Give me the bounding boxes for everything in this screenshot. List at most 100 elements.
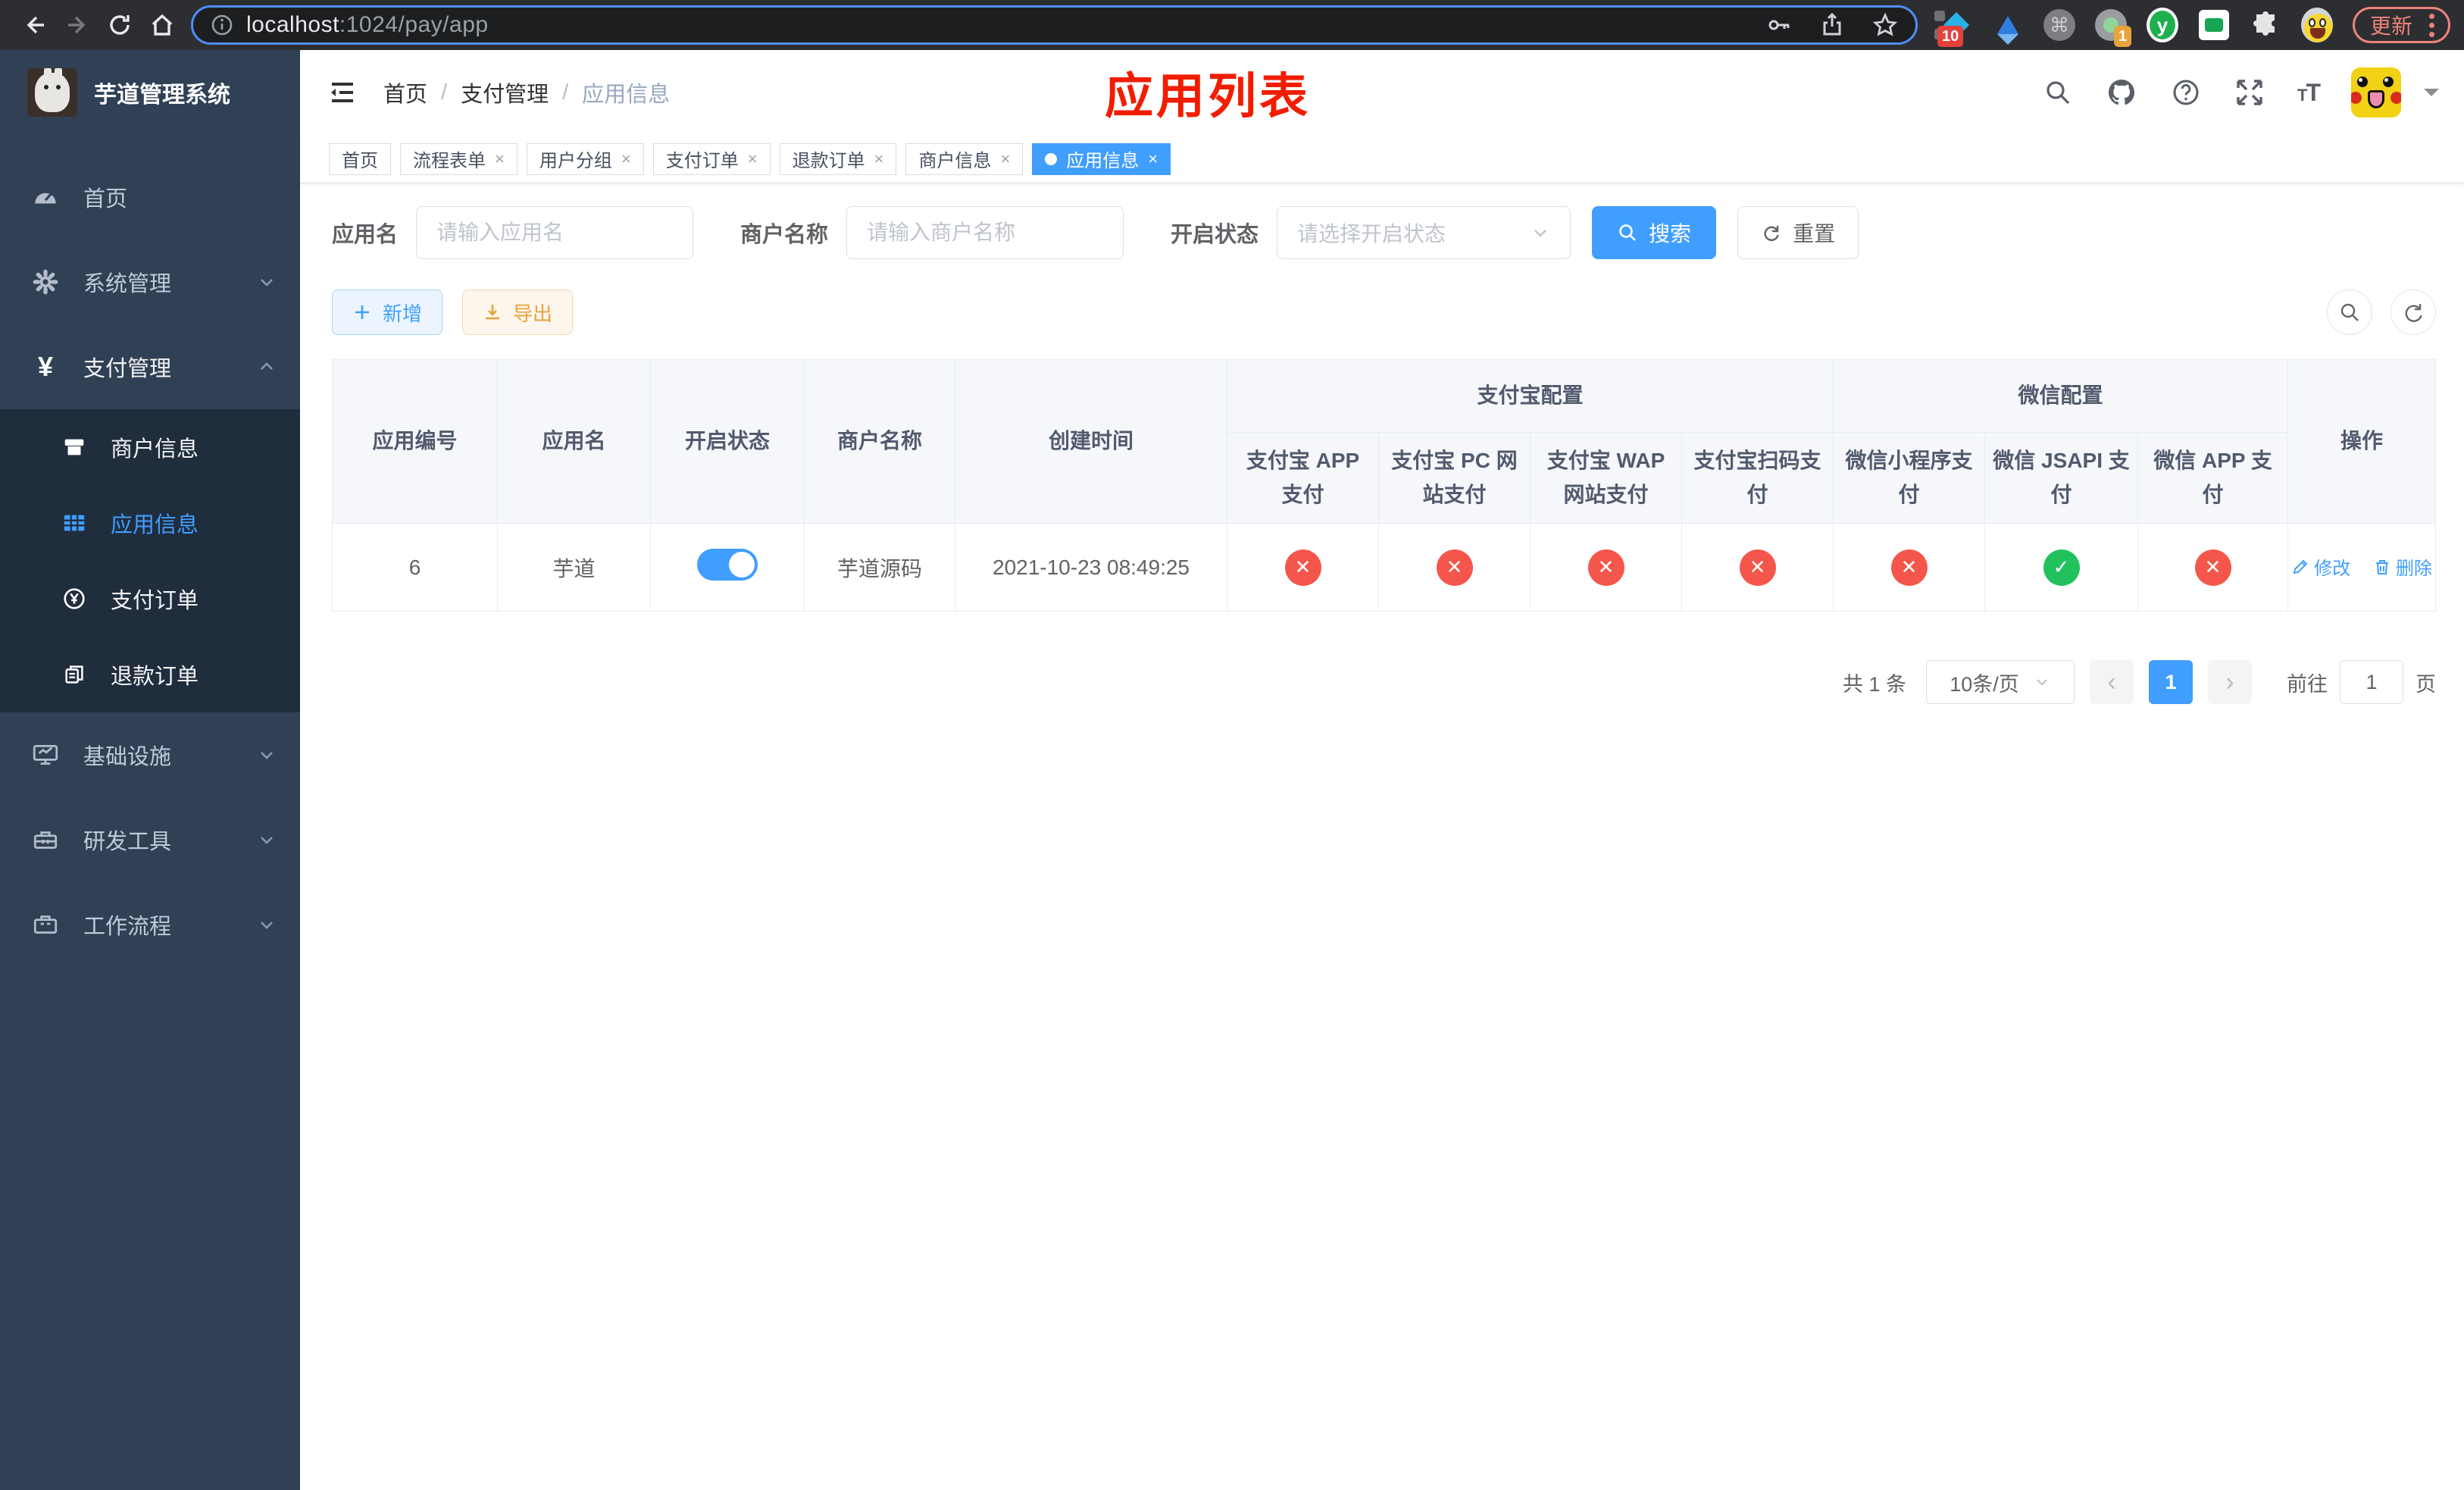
logo-image	[27, 68, 77, 117]
help-icon[interactable]	[2170, 77, 2202, 108]
edit-button[interactable]: 修改	[2291, 553, 2350, 580]
user-avatar[interactable]	[2351, 67, 2402, 117]
jump-suffix: 页	[2416, 672, 2437, 696]
close-icon[interactable]: ×	[495, 149, 505, 169]
extensions-puzzle-icon[interactable]	[2250, 9, 2281, 41]
add-button[interactable]: 新增	[332, 290, 443, 335]
bookmark-star-icon[interactable]	[1871, 11, 1899, 39]
shop-icon	[59, 434, 89, 460]
sidebar-item-payment[interactable]: ¥ 支付管理	[0, 324, 300, 409]
sidebar-collapse-icon[interactable]	[327, 77, 358, 108]
refresh-table-button[interactable]	[2391, 290, 2437, 335]
browser-reload-button[interactable]	[98, 4, 141, 46]
sidebar-item-dev-tools[interactable]: 研发工具	[0, 797, 300, 882]
tag-app-info[interactable]: 应用信息 ×	[1032, 142, 1171, 175]
browser-back-button[interactable]	[14, 4, 56, 46]
close-icon[interactable]: ×	[1148, 149, 1158, 169]
enabled-toggle[interactable]	[697, 549, 758, 581]
page-size-select[interactable]: 10条/页	[1926, 660, 2075, 704]
reset-button[interactable]: 重置	[1737, 206, 1859, 259]
cell-created-at: 2021-10-23 08:49:25	[955, 523, 1227, 612]
avatar-caret-icon[interactable]	[2424, 89, 2440, 104]
sidebar-item-merchant-info[interactable]: 商户信息	[0, 409, 300, 485]
tag-process-form[interactable]: 流程表单 ×	[400, 142, 518, 175]
browser-home-button[interactable]	[141, 4, 183, 46]
close-icon[interactable]: ×	[1000, 149, 1010, 169]
tag-home[interactable]: 首页	[329, 142, 391, 175]
show-search-toggle-button[interactable]	[2327, 290, 2373, 335]
pagination-total: 共 1 条	[1843, 672, 1907, 696]
extension-diamond-icon[interactable]: 10	[1934, 9, 1972, 47]
close-icon[interactable]: ×	[748, 149, 758, 169]
pagination: 共 1 条 10条/页 ‹ 1 › 前往 页	[332, 660, 2436, 734]
cell-enabled	[650, 523, 805, 612]
breadcrumb: 首页 / 支付管理 / 应用信息	[383, 77, 670, 108]
sidebar-item-app-info[interactable]: 应用信息	[0, 485, 300, 561]
breadcrumb-payment[interactable]: 支付管理	[461, 77, 549, 108]
alipay-qr-status-icon: ✕	[1739, 549, 1776, 586]
app-name-label: 应用名	[332, 223, 399, 247]
chevron-down-icon	[1531, 223, 1550, 243]
search-icon[interactable]	[2043, 77, 2073, 108]
github-icon[interactable]	[2105, 76, 2138, 109]
prev-page-button[interactable]: ‹	[2090, 660, 2134, 704]
site-info-icon[interactable]	[210, 13, 234, 37]
column-header: 开启状态	[650, 359, 805, 524]
extension-recorder-icon[interactable]: 1	[2094, 9, 2131, 47]
column-header-actions: 操作	[2287, 359, 2437, 524]
tag-merchant-info[interactable]: 商户信息 ×	[905, 142, 1024, 175]
sidebar-item-home[interactable]: 首页	[0, 155, 300, 239]
password-key-icon[interactable]	[1765, 11, 1793, 39]
extension-y-icon[interactable]: y	[2146, 8, 2178, 42]
column-header: 支付宝 WAP 网站支付	[1530, 432, 1682, 524]
status-select[interactable]: 请选择开启状态	[1277, 206, 1571, 259]
search-button[interactable]: 搜索	[1592, 206, 1717, 259]
sidebar-item-refund-orders[interactable]: 退款订单	[0, 637, 300, 712]
page-number-button[interactable]: 1	[2149, 660, 2194, 704]
chevron-down-icon	[256, 914, 277, 935]
app-logo[interactable]: 芋道管理系统	[0, 50, 300, 135]
delete-button[interactable]: 删除	[2373, 553, 2432, 580]
jump-page-input[interactable]	[2340, 660, 2404, 704]
close-icon[interactable]: ×	[621, 149, 631, 169]
extension-chat-icon[interactable]	[2198, 9, 2230, 41]
app-name-input[interactable]	[416, 206, 694, 259]
profile-avatar-icon[interactable]	[2300, 8, 2333, 42]
chevron-down-icon	[256, 744, 277, 765]
monitor-icon	[30, 740, 61, 769]
column-header: 微信 JSAPI 支付	[1984, 432, 2139, 524]
alipay-app-status-icon: ✕	[1284, 549, 1321, 586]
extension-kite-icon[interactable]	[1992, 9, 2024, 45]
fullscreen-icon[interactable]	[2234, 77, 2265, 108]
sidebar-item-pay-orders[interactable]: 支付订单	[0, 561, 300, 637]
browser-update-button[interactable]: 更新	[2352, 7, 2450, 43]
cell-app-name: 芋道	[497, 523, 651, 612]
browser-menu-icon[interactable]	[2429, 13, 2441, 37]
close-icon[interactable]: ×	[874, 149, 884, 169]
browser-forward-button[interactable]	[56, 4, 98, 46]
merchant-name-input[interactable]	[846, 206, 1124, 259]
cell-app-id: 6	[332, 523, 498, 612]
top-navbar: 首页 / 支付管理 / 应用信息 TT	[300, 50, 2464, 135]
sidebar-item-infrastructure[interactable]: 基础设施	[0, 712, 300, 797]
address-bar[interactable]: localhost:1024/pay/app	[191, 5, 1918, 45]
sidebar-item-workflow[interactable]: 工作流程	[0, 882, 300, 967]
tag-pay-orders[interactable]: 支付订单 ×	[652, 142, 771, 175]
breadcrumb-home[interactable]: 首页	[383, 77, 427, 108]
share-icon[interactable]	[1818, 11, 1846, 39]
export-button[interactable]: 导出	[462, 290, 574, 335]
yen-circle-icon	[59, 586, 89, 612]
filter-form: 应用名 商户名称 开启状态 请选择开启状态 搜索	[332, 206, 2436, 259]
extension-command-icon[interactable]: ⌘	[2043, 9, 2075, 41]
yen-icon: ¥	[37, 351, 54, 382]
next-page-button[interactable]: ›	[2208, 660, 2253, 704]
column-header: 应用编号	[332, 359, 498, 524]
font-size-icon[interactable]: TT	[2297, 79, 2321, 107]
tag-refund-orders[interactable]: 退款订单 ×	[779, 142, 897, 175]
sidebar-item-system[interactable]: 系统管理	[0, 239, 300, 324]
alipay-pc-status-icon: ✕	[1436, 549, 1473, 586]
column-group-alipay: 支付宝配置	[1226, 359, 1834, 433]
tag-user-group[interactable]: 用户分组 ×	[526, 142, 644, 175]
wechat-app-status-icon: ✕	[2194, 549, 2231, 586]
column-header: 商户名称	[804, 359, 955, 524]
